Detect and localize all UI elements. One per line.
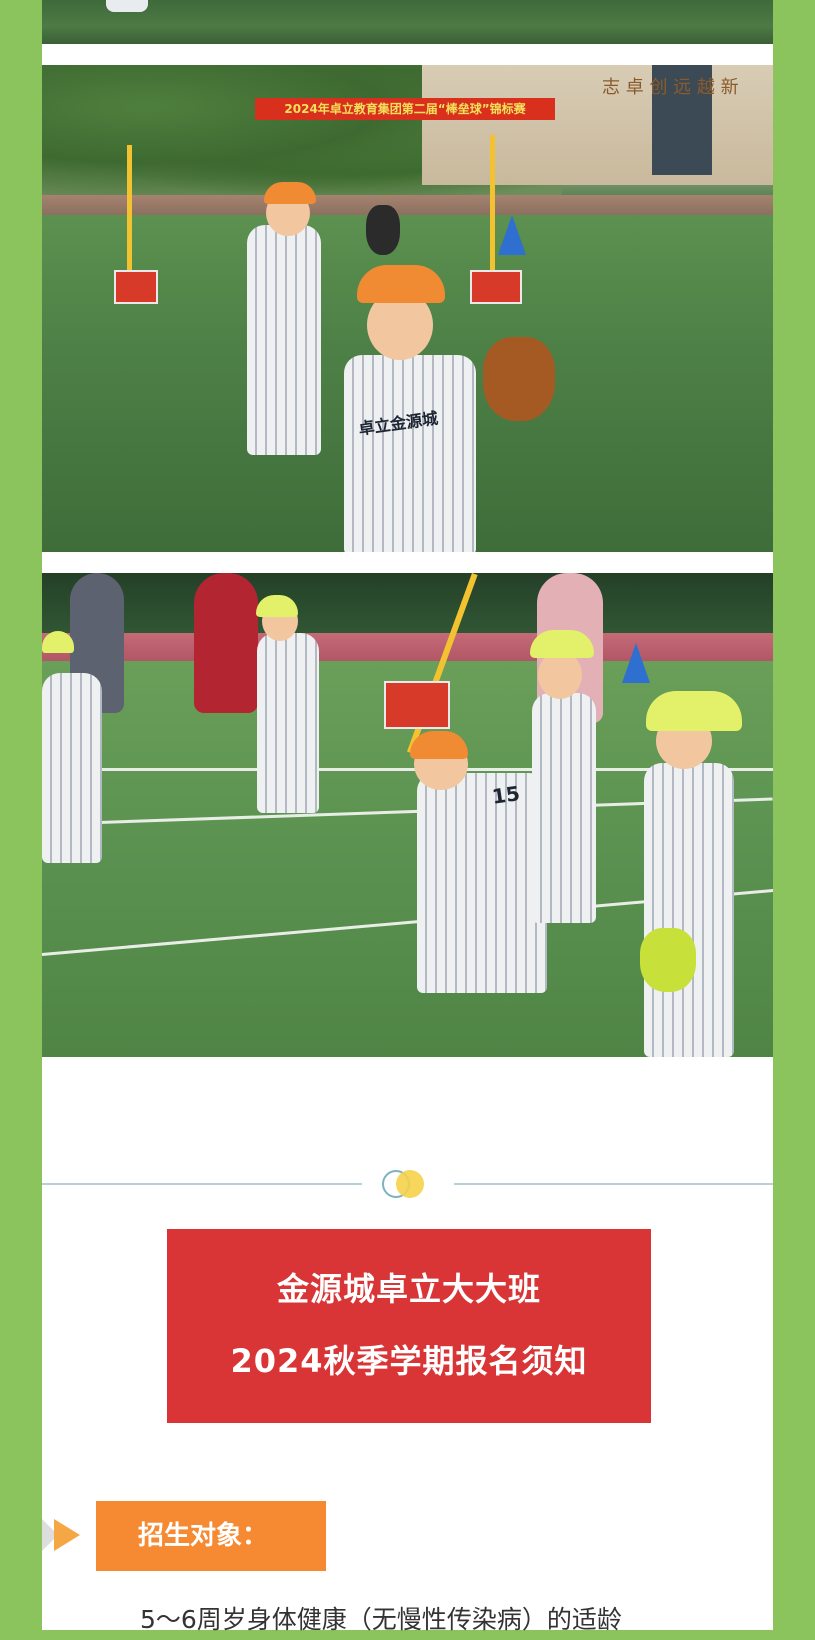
orange-cap <box>357 265 445 303</box>
base-box <box>470 270 522 304</box>
child-player-pitching <box>417 773 547 993</box>
photo-baseball-kids-1[interactable]: 志 卓 创 远 越 新 2024年卓立教育集团第二届“棒垒球”锦标赛 卓立金源城 <box>42 65 773 552</box>
jersey-number: 15 <box>490 781 522 809</box>
section-body-text: 5～6周岁身体健康（无慢性传染病）的适龄 <box>140 1605 622 1634</box>
child-player <box>257 633 319 813</box>
decorative-divider <box>42 1170 773 1200</box>
child-player-back <box>247 225 321 455</box>
traffic-cone <box>622 643 650 683</box>
yellow-cap <box>646 691 742 731</box>
event-banner: 2024年卓立教育集团第二届“棒垒球”锦标赛 <box>255 98 555 120</box>
page-background: 志 卓 创 远 越 新 2024年卓立教育集团第二届“棒垒球”锦标赛 卓立金源城 <box>0 0 815 1634</box>
building-characters: 志 卓 创 远 越 新 <box>602 77 739 98</box>
photo-baseball-kids-2[interactable]: 15 <box>42 573 773 1057</box>
child-player-front <box>344 355 476 552</box>
divider-line-left <box>42 1183 362 1185</box>
arrow-icon <box>42 1515 88 1555</box>
arrow-fill <box>54 1519 80 1551</box>
divider-line-right <box>454 1183 773 1185</box>
base-box <box>114 270 158 304</box>
orange-cap <box>410 731 468 759</box>
yellow-glove <box>640 928 696 992</box>
photo-top-strip <box>42 0 773 44</box>
traffic-cone <box>498 215 526 255</box>
child-player <box>644 763 734 1057</box>
shoe-detail <box>106 0 148 12</box>
dark-glove <box>366 205 400 255</box>
section-heading-enrollment-target: 招生对象： <box>96 1501 326 1571</box>
child-head <box>538 651 582 699</box>
child-player <box>42 673 102 863</box>
notice-title-line2: 2024秋季学期报名须知 <box>230 1342 588 1380</box>
adult-spectator <box>194 573 258 713</box>
child-player <box>532 693 596 923</box>
running-track <box>42 195 773 215</box>
yellow-cap <box>530 630 594 658</box>
content-card: 志 卓 创 远 越 新 2024年卓立教育集团第二届“棒垒球”锦标赛 卓立金源城 <box>42 0 773 1634</box>
circle-icon <box>396 1170 424 1198</box>
brown-glove <box>483 337 555 421</box>
running-track <box>42 633 773 663</box>
notice-title-box: 金源城卓立大大班 2024秋季学期报名须知 <box>167 1229 651 1423</box>
base-box <box>384 681 450 729</box>
notice-title-line1: 金源城卓立大大班 <box>276 1270 541 1308</box>
orange-cap <box>264 182 316 204</box>
